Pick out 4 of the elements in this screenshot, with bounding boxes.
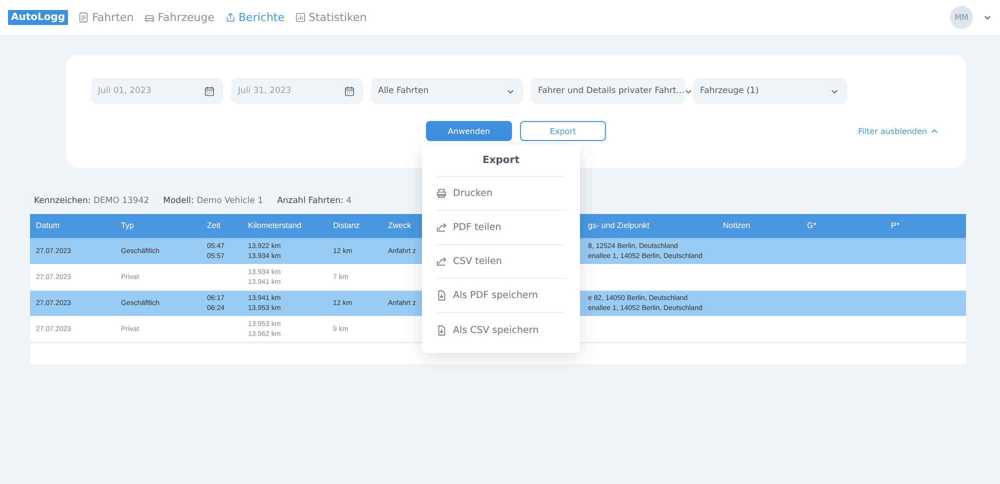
summary-text: Kennzeichen: DEMO 13942	[34, 196, 150, 206]
summary-text: Anzahl Fahrten: 4	[277, 196, 352, 206]
menu-title: Export	[436, 155, 566, 177]
summary-text: Modell: Demo Vehicle 1	[163, 196, 264, 206]
